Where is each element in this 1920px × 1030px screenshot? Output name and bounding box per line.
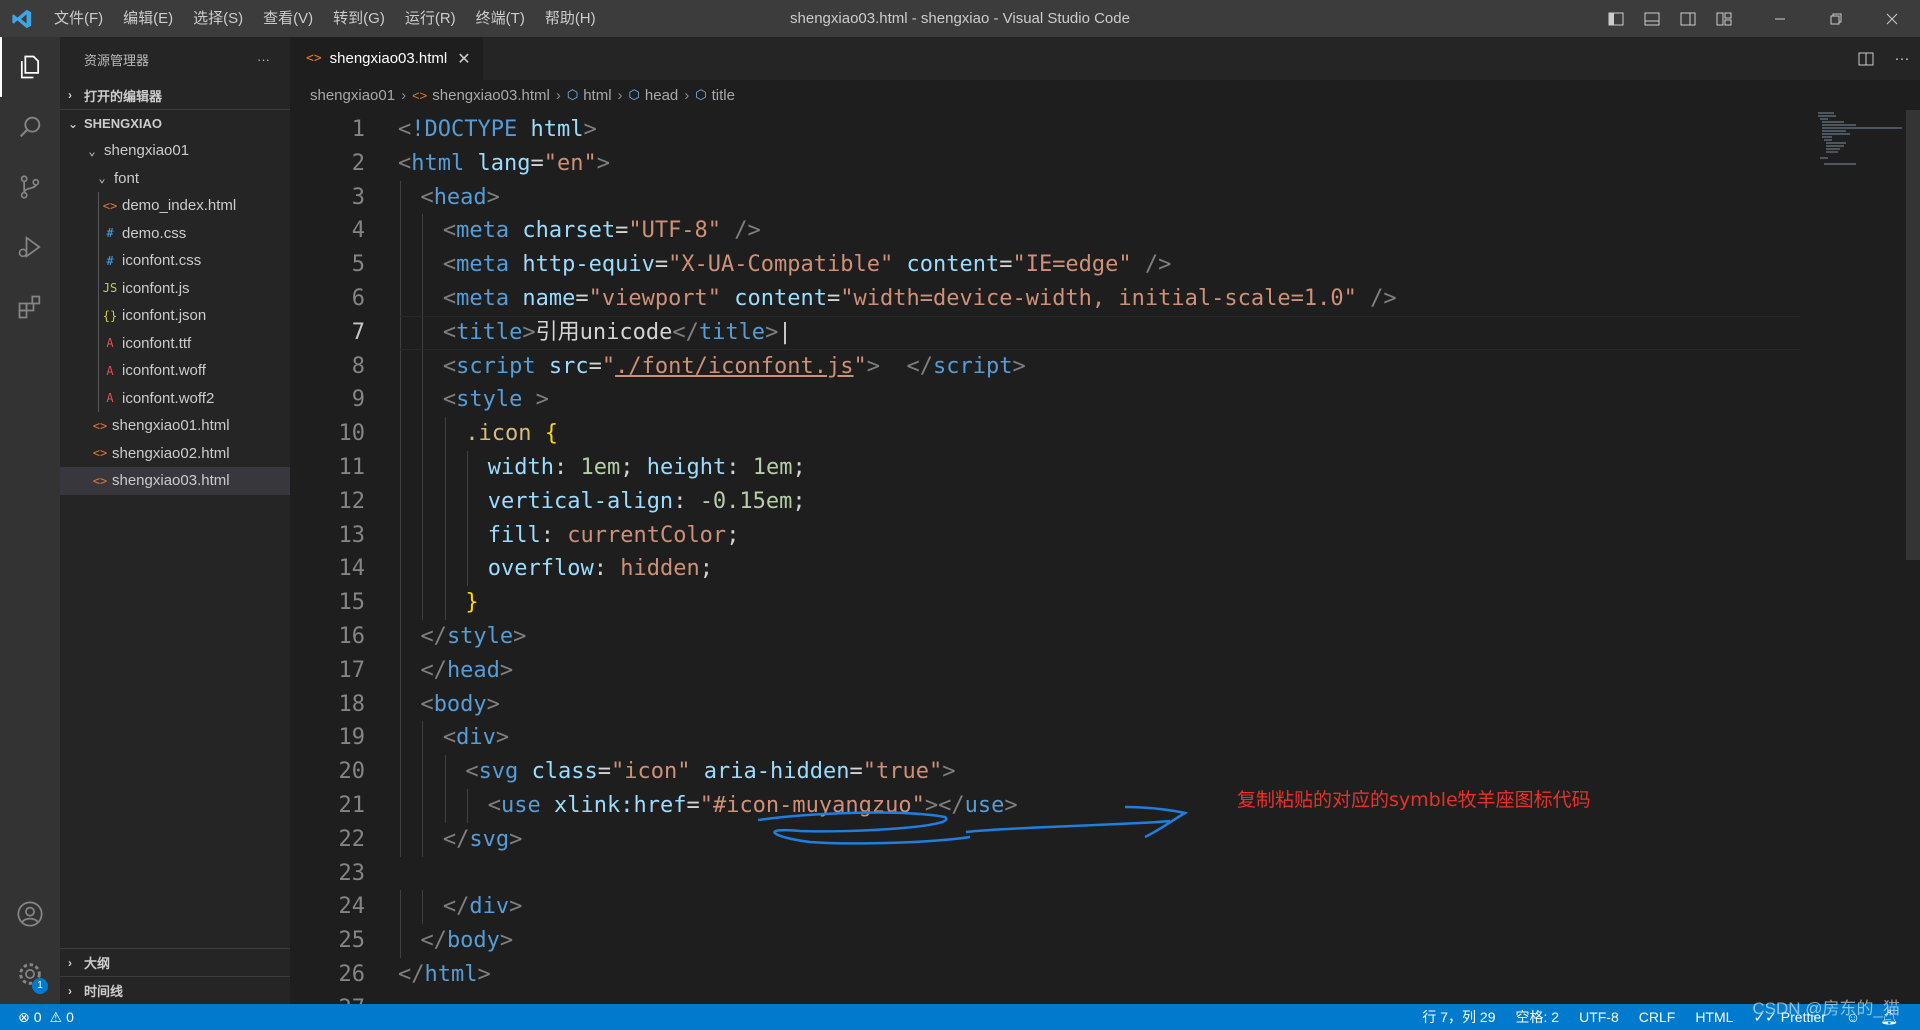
folder-font[interactable]: ⌄ font — [60, 165, 290, 193]
file-label: iconfont.js — [122, 279, 190, 297]
toggle-panel-icon[interactable] — [1634, 0, 1670, 37]
open-editors-label: 打开的编辑器 — [84, 88, 163, 104]
html-file-icon: <> — [92, 418, 108, 433]
csdn-watermark: CSDN @房东的_猫 — [1752, 999, 1900, 1018]
file-label: shengxiao03.html — [112, 472, 230, 490]
file-item[interactable]: <> shengxiao03.html — [60, 467, 290, 495]
file-label: iconfont.css — [122, 252, 202, 270]
minimize-icon[interactable] — [1752, 0, 1808, 37]
file-item[interactable]: Aiconfont.woff — [60, 357, 290, 385]
menu-item[interactable]: 查看(V) — [253, 0, 323, 37]
manage-gear-icon[interactable]: 1 — [0, 944, 60, 1004]
encoding[interactable]: UTF-8 — [1569, 1009, 1629, 1025]
file-type-icon: # — [106, 253, 114, 268]
chevron-right-icon: › — [68, 88, 72, 102]
restore-icon[interactable] — [1808, 0, 1864, 37]
notification-badge: 1 — [32, 978, 48, 994]
chevron-down-icon: ⌄ — [88, 143, 96, 158]
file-item[interactable]: <> shengxiao02.html — [60, 440, 290, 468]
menu-item[interactable]: 终端(T) — [466, 0, 535, 37]
file-label: iconfont.woff2 — [122, 389, 215, 407]
chevron-right-icon: › — [68, 955, 72, 970]
explorer-icon[interactable] — [0, 37, 60, 97]
close-window-icon[interactable] — [1864, 0, 1920, 37]
explorer-title: 资源管理器 — [84, 52, 150, 68]
file-label: demo.css — [122, 224, 187, 242]
font-file-list: <> demo_index.html # demo.css # iconfont.css J… — [60, 192, 290, 412]
file-type-icon: {} — [102, 308, 118, 323]
file-type-icon: A — [106, 363, 114, 378]
outline-label: 大纲 — [84, 956, 111, 971]
folder-label: shengxiao01 — [104, 142, 190, 160]
problems-indicator[interactable]: ⊗ 0 ⚠ 0 — [18, 1009, 74, 1026]
explorer-header: 资源管理器 ··· — [60, 37, 290, 81]
vscode-logo-icon — [0, 0, 44, 37]
file-item[interactable]: <> shengxiao01.html — [60, 412, 290, 440]
file-type-icon: # — [106, 226, 114, 241]
file-label: shengxiao02.html — [112, 444, 230, 462]
menu-item[interactable]: 转到(G) — [323, 0, 395, 37]
workspace-label: SHENGXIAO — [84, 116, 163, 131]
menu-item[interactable]: 文件(F) — [44, 0, 113, 37]
explorer-sidebar: 资源管理器 ··· › 打开的编辑器 ⌄ SHENGXIAO ⌄ shengxi… — [60, 37, 290, 1004]
language-mode[interactable]: HTML — [1685, 1009, 1743, 1025]
activity-bar: 1 — [0, 37, 60, 1004]
open-editors-section[interactable]: › 打开的编辑器 — [60, 81, 290, 109]
menu-bar: 文件(F) 编辑(E) 选择(S) 查看(V) 转到(G) 运行(R) 终端(T) 帮助(H) — [44, 0, 606, 37]
chevron-right-icon: › — [68, 983, 72, 998]
toggle-primary-sidebar-icon[interactable] — [1598, 0, 1634, 37]
editor-area: <> shengxiao03.html ✕ ··· shengxiao01 › <>… — [290, 37, 1920, 1004]
file-label: iconfont.ttf — [122, 334, 192, 352]
toggle-secondary-sidebar-icon[interactable] — [1670, 0, 1706, 37]
file-type-icon: JS — [102, 281, 118, 296]
file-item[interactable]: # iconfont.css — [60, 247, 290, 275]
status-bar: ⊗ 0 ⚠ 0 行 7，列 29 空格: 2 UTF-8 CRLF HTML ✓… — [0, 1004, 1920, 1030]
outline-section[interactable]: › 大纲 — [60, 948, 290, 976]
html-file-list: <> shengxiao01.html <> shengxiao02.html <> sh… — [60, 412, 290, 495]
file-item[interactable]: {} iconfont.json — [60, 302, 290, 330]
file-item[interactable]: Aiconfont.woff2 — [60, 385, 290, 413]
chevron-down-icon: ⌄ — [98, 171, 106, 186]
file-label: iconfont.json — [122, 307, 207, 325]
chevron-down-icon: ⌄ — [68, 116, 79, 131]
error-count: 0 — [33, 1009, 42, 1025]
file-item[interactable]: Aiconfont.ttf — [60, 330, 290, 358]
cursor-position[interactable]: 行 7，列 29 — [1412, 1007, 1505, 1027]
warning-icon: ⚠ — [49, 1008, 63, 1025]
run-debug-icon[interactable] — [0, 217, 60, 277]
accounts-icon[interactable] — [0, 884, 60, 944]
workspace-section[interactable]: ⌄ SHENGXIAO — [60, 109, 290, 137]
html-file-icon: <> — [92, 446, 108, 461]
file-type-icon: A — [106, 391, 114, 406]
file-type-icon: A — [106, 336, 114, 351]
red-annotation-text: 复制粘贴的对应的symble牧羊座图标代码 — [1237, 789, 1591, 811]
file-label: shengxiao01.html — [112, 417, 230, 435]
menu-item[interactable]: 选择(S) — [183, 0, 253, 37]
html-file-icon: <> — [92, 473, 108, 488]
folder-label: font — [114, 169, 140, 187]
end-of-line[interactable]: CRLF — [1629, 1009, 1686, 1025]
more-actions-icon[interactable]: ··· — [257, 52, 270, 67]
error-icon: ⊗ — [18, 1008, 30, 1025]
menu-item[interactable]: 帮助(H) — [535, 0, 606, 37]
extensions-icon[interactable] — [0, 277, 60, 337]
folder-shengxiao01[interactable]: ⌄ shengxiao01 — [60, 137, 290, 165]
source-control-icon[interactable] — [0, 157, 60, 217]
title-bar: 文件(F) 编辑(E) 选择(S) 查看(V) 转到(G) 运行(R) 终端(T) 帮助(H)… — [0, 0, 1920, 37]
file-type-icon: <> — [102, 198, 118, 213]
timeline-section[interactable]: › 时间线 — [60, 976, 290, 1004]
file-item[interactable]: <> demo_index.html — [60, 192, 290, 220]
menu-item[interactable]: 编辑(E) — [113, 0, 183, 37]
scribble-annotation — [757, 805, 1189, 845]
warning-count: 0 — [66, 1009, 74, 1025]
file-label: iconfont.woff — [122, 362, 206, 380]
file-item[interactable]: JS iconfont.js — [60, 275, 290, 303]
file-label: demo_index.html — [122, 197, 237, 215]
menu-item[interactable]: 运行(R) — [395, 0, 466, 37]
timeline-label: 时间线 — [84, 984, 124, 999]
file-item[interactable]: # demo.css — [60, 220, 290, 248]
search-icon[interactable] — [0, 97, 60, 157]
customize-layout-icon[interactable] — [1706, 0, 1742, 37]
indentation[interactable]: 空格: 2 — [1506, 1007, 1570, 1027]
